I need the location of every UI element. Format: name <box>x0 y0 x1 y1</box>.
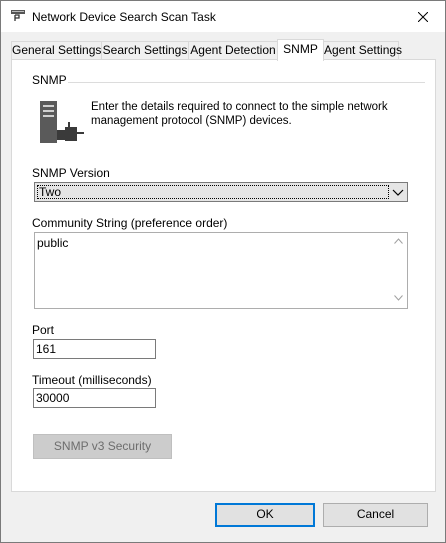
dialog-window: Network Device Search Scan Task General … <box>0 0 446 543</box>
snmp-panel: SNMP Enter the details required to conne… <box>11 59 436 492</box>
port-input[interactable]: 161 <box>33 339 156 359</box>
port-label: Port <box>32 323 55 337</box>
cancel-button[interactable]: Cancel <box>323 503 428 527</box>
title-bar[interactable]: Network Device Search Scan Task <box>1 1 445 32</box>
snmp-version-value: Two <box>37 185 389 199</box>
timeout-input[interactable]: 30000 <box>33 388 156 408</box>
close-button[interactable] <box>400 1 445 32</box>
chevron-down-icon <box>392 189 404 196</box>
community-string-value: public <box>37 236 69 250</box>
scroll-down-icon[interactable] <box>394 295 403 301</box>
community-string-scrollbar[interactable] <box>390 233 407 308</box>
tab-agent-detection[interactable]: Agent Detection <box>188 41 278 60</box>
snmp-v3-security-button: SNMP v3 Security <box>33 434 172 459</box>
community-string-label: Community String (preference order) <box>32 216 228 230</box>
network-device-icon <box>40 101 84 143</box>
ok-button[interactable]: OK <box>215 503 315 527</box>
scan-task-icon <box>11 10 25 21</box>
snmp-version-select[interactable]: Two <box>34 182 408 202</box>
scroll-up-icon[interactable] <box>394 238 403 244</box>
close-icon <box>417 11 428 22</box>
group-divider <box>68 82 425 83</box>
tab-agent-settings[interactable]: Agent Settings <box>323 41 403 60</box>
tab-label: SNMP <box>283 42 318 56</box>
snmp-description: Enter the details required to connect to… <box>91 101 388 127</box>
group-label: SNMP <box>32 73 67 87</box>
tab-search-settings[interactable]: Search Settings <box>101 41 189 60</box>
tab-label: General Settings <box>12 43 102 57</box>
tab-label: Search Settings <box>102 43 188 57</box>
tab-label: Agent Settings <box>324 43 403 57</box>
snmp-version-label: SNMP Version <box>32 166 110 180</box>
tab-snmp[interactable]: SNMP <box>277 39 324 61</box>
window-title: Network Device Search Scan Task <box>32 10 216 24</box>
tab-general-settings[interactable]: General Settings <box>11 41 102 60</box>
timeout-label: Timeout (milliseconds) <box>32 373 152 387</box>
community-string-field[interactable]: public <box>34 232 408 309</box>
tab-label: Agent Detection <box>190 43 276 57</box>
